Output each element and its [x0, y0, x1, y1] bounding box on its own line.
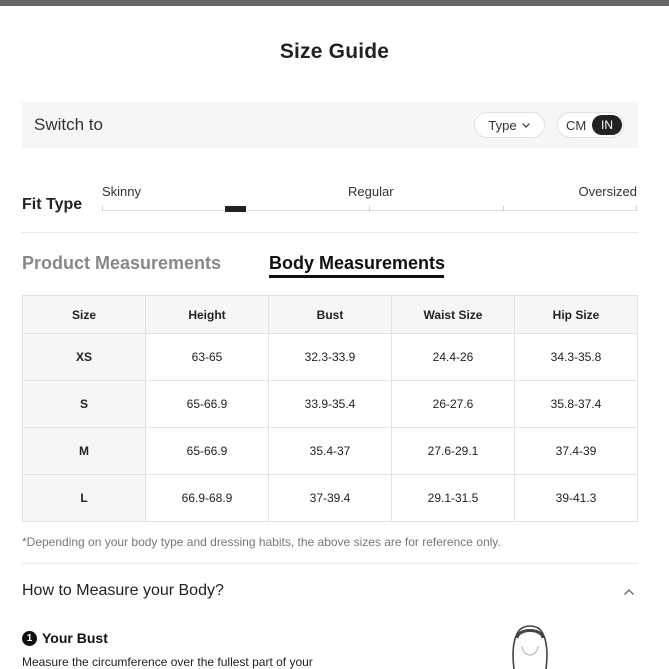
fit-scale-tick	[636, 206, 637, 211]
waist-cell: 27.6-29.1	[391, 427, 515, 475]
divider	[22, 232, 638, 233]
step-bust-heading: 1 Your Bust	[22, 630, 108, 646]
step-number-badge: 1	[22, 630, 37, 646]
fit-option-oversized: Oversized	[578, 184, 637, 199]
unit-cm-option[interactable]: CM	[566, 118, 586, 133]
table-row: XS 63-65 32.3-33.9 24.4-26 34.3-35.8	[22, 333, 638, 381]
header-height: Height	[145, 295, 269, 334]
top-bar	[0, 0, 669, 6]
fit-indicator	[225, 206, 246, 212]
unit-toggle[interactable]: CM IN	[557, 112, 624, 138]
type-dropdown[interactable]: Type	[474, 112, 545, 138]
switch-label: Switch to	[34, 115, 103, 134]
fit-option-regular: Regular	[348, 184, 394, 199]
height-cell: 63-65	[145, 333, 269, 381]
bust-cell: 33.9-35.4	[268, 380, 392, 428]
bust-cell: 37-39.4	[268, 474, 392, 522]
waist-cell: 26-27.6	[391, 380, 515, 428]
hip-cell: 37.4-39	[514, 427, 638, 475]
chevron-down-icon	[521, 123, 530, 128]
table-row: S 65-66.9 33.9-35.4 26-27.6 35.8-37.4	[22, 380, 638, 428]
bust-cell: 35.4-37	[268, 427, 392, 475]
waist-cell: 24.4-26	[391, 333, 515, 381]
waist-cell: 29.1-31.5	[391, 474, 515, 522]
height-cell: 66.9-68.9	[145, 474, 269, 522]
switch-bar: Switch to Type CM IN	[22, 102, 638, 148]
type-dropdown-label: Type	[488, 117, 517, 133]
fit-scale-tick	[369, 206, 370, 211]
table-row: M 65-66.9 35.4-37 27.6-29.1 37.4-39	[22, 427, 638, 475]
bust-cell: 32.3-33.9	[268, 333, 392, 381]
size-cell: S	[22, 380, 146, 428]
hip-cell: 34.3-35.8	[514, 333, 638, 381]
unit-in-option[interactable]: IN	[592, 115, 622, 135]
fit-scale-tick	[503, 206, 504, 211]
divider	[22, 563, 638, 564]
header-size: Size	[22, 295, 146, 334]
header-waist: Waist Size	[391, 295, 515, 334]
how-to-measure-header[interactable]: How to Measure your Body?	[22, 582, 224, 600]
height-cell: 65-66.9	[145, 380, 269, 428]
tab-body-measurements[interactable]: Body Measurements	[269, 253, 445, 274]
header-bust: Bust	[268, 295, 392, 334]
size-cell: L	[22, 474, 146, 522]
size-table: Size Height Bust Waist Size Hip Size XS …	[22, 295, 638, 522]
step-bust-title: Your Bust	[42, 630, 108, 646]
size-cell: XS	[22, 333, 146, 381]
tab-product-measurements[interactable]: Product Measurements	[22, 253, 221, 274]
size-cell: M	[22, 427, 146, 475]
page-title: Size Guide	[279, 40, 390, 63]
table-row: L 66.9-68.9 37-39.4 29.1-31.5 39-41.3	[22, 474, 638, 522]
fit-option-skinny: Skinny	[102, 184, 142, 199]
active-tab-underline	[269, 275, 444, 278]
height-cell: 65-66.9	[145, 427, 269, 475]
reference-note: *Depending on your body type and dressin…	[22, 535, 501, 549]
chevron-up-icon[interactable]	[623, 587, 635, 597]
hip-cell: 35.8-37.4	[514, 380, 638, 428]
hip-cell: 39-41.3	[514, 474, 638, 522]
step-bust-description: Measure the circumference over the fulle…	[22, 655, 313, 669]
fit-scale-tick	[102, 206, 103, 211]
header-hip: Hip Size	[514, 295, 638, 334]
fit-type-label: Fit Type	[22, 196, 83, 213]
body-figure-icon	[512, 625, 548, 669]
table-header-row: Size Height Bust Waist Size Hip Size	[22, 295, 638, 334]
